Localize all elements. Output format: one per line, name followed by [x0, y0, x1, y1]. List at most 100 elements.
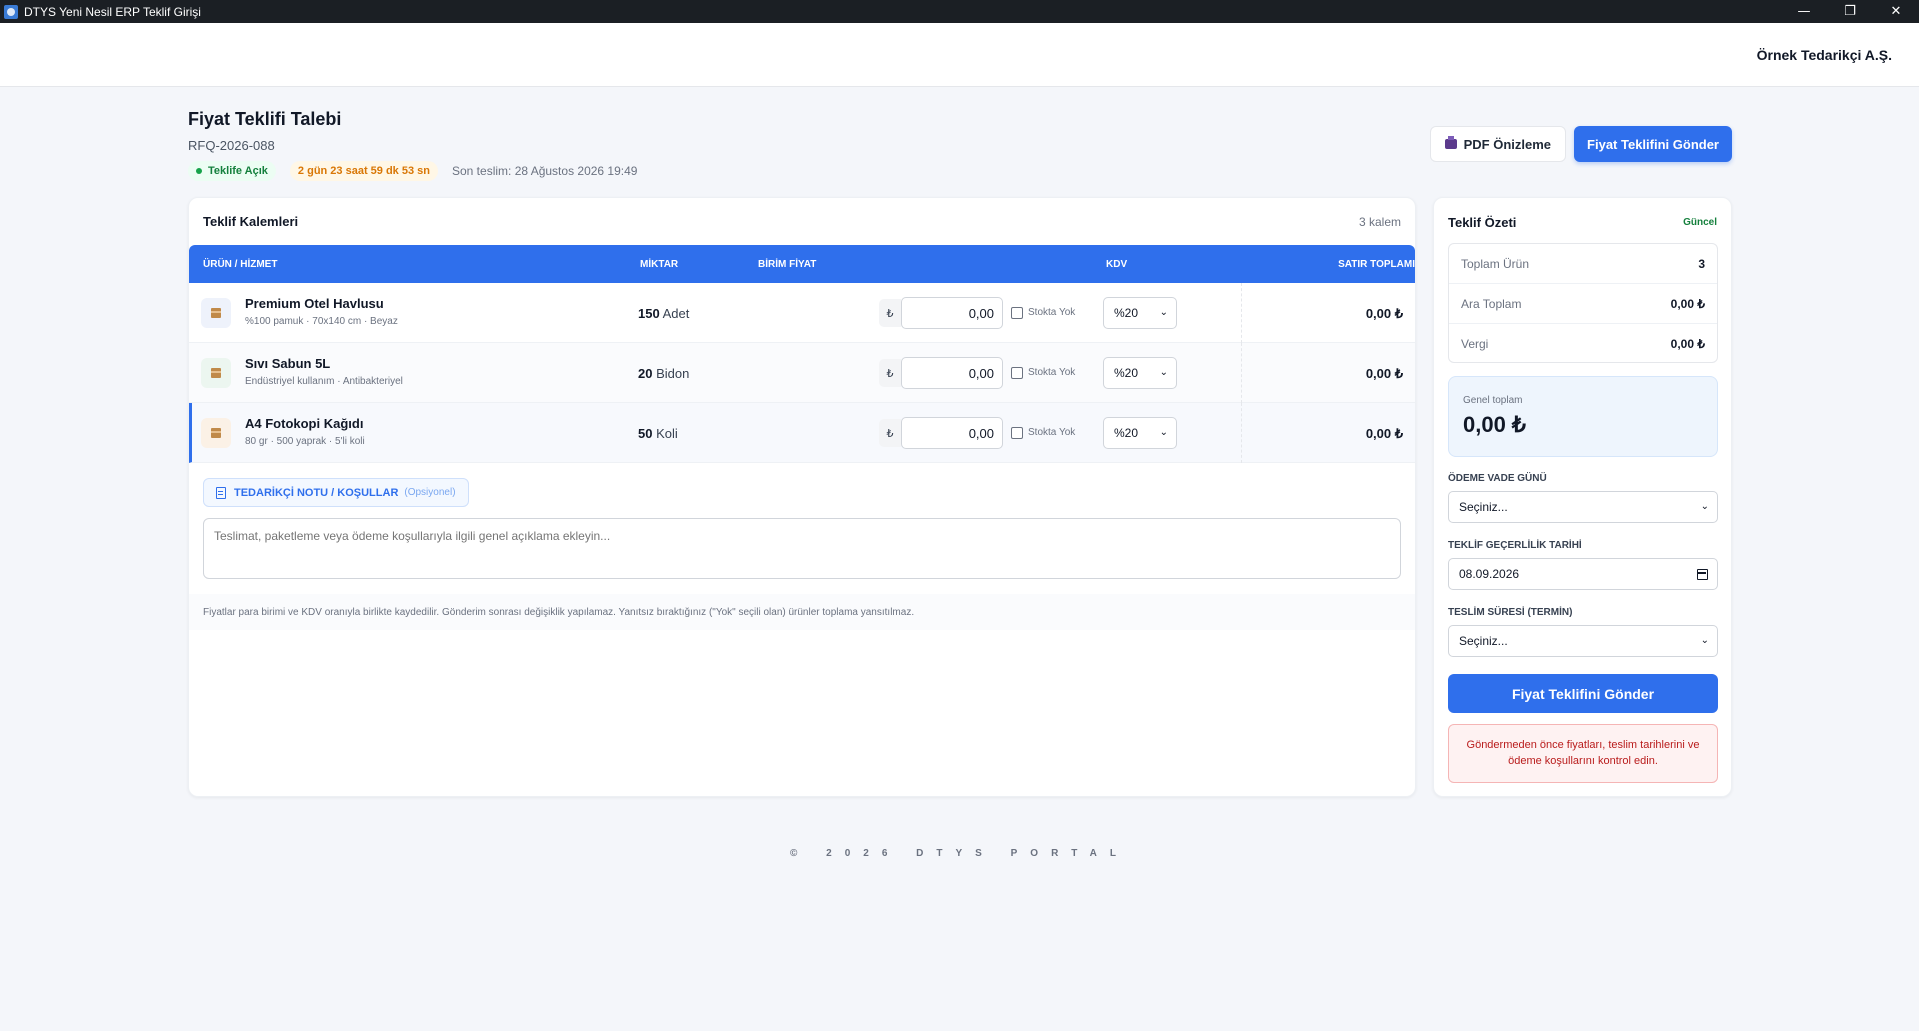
unit-price-input[interactable] [901, 297, 1003, 329]
kdv-value: %20 [1114, 306, 1139, 320]
document-icon [216, 486, 226, 499]
maximize-button[interactable]: ❐ [1827, 0, 1873, 23]
subtotal-value: 0,00 ₺ [1670, 296, 1705, 311]
items-card: Teklif Kalemleri 3 kalem ÜRÜN / HİZMET M… [188, 197, 1416, 797]
col-product: ÜRÜN / HİZMET [203, 259, 278, 270]
status-row: Teklife Açık 2 gün 23 saat 59 dk 53 sn S… [188, 161, 1732, 181]
currency-prefix: ₺ [879, 419, 901, 447]
out-of-stock-label: Stokta Yok [1028, 367, 1076, 378]
validity-date-value: 08.09.2026 [1459, 567, 1520, 581]
package-icon [211, 428, 221, 438]
product-icon-wrap [201, 358, 231, 388]
grand-total-box: Genel toplam 0,00 ₺ [1448, 376, 1718, 457]
delivery-time-select[interactable]: Seçiniz... ⌄ [1448, 625, 1718, 657]
out-of-stock-label: Stokta Yok [1028, 427, 1076, 438]
send-quote-button[interactable]: Fiyat Teklifini Gönder [1448, 674, 1718, 713]
column-divider [1241, 403, 1242, 463]
chevron-down-icon: ⌄ [1159, 367, 1168, 378]
currency-prefix: ₺ [879, 299, 901, 327]
close-button[interactable]: ✕ [1873, 0, 1919, 23]
product-icon-wrap [201, 298, 231, 328]
currency-prefix: ₺ [879, 359, 901, 387]
product-desc: Endüstriyel kullanım · Antibakteriyel [245, 376, 403, 387]
payment-term-select[interactable]: Seçiniz... ⌄ [1448, 491, 1718, 523]
kdv-select[interactable]: %20 ⌄ [1103, 417, 1177, 449]
product-qty: 20 Bidon [638, 366, 689, 381]
total-items-label: Toplam Ürün [1461, 256, 1530, 271]
summary-totals: Toplam Ürün 3 Ara Toplam 0,00 ₺ Vergi 0,… [1448, 243, 1718, 363]
grand-total-label: Genel toplam [1463, 395, 1523, 406]
item-count: 3 kalem [1358, 214, 1401, 229]
qty-unit: Bidon [656, 366, 690, 381]
chevron-down-icon: ⌄ [1159, 307, 1168, 318]
product-desc: %100 pamuk · 70x140 cm · Beyaz [245, 316, 398, 327]
warning-message: Göndermeden önce fiyatları, teslim tarih… [1448, 724, 1718, 783]
supplier-note-textarea[interactable] [203, 518, 1401, 579]
product-desc: 80 gr · 500 yaprak · 5'li koli [245, 436, 365, 447]
delivery-time-value: Seçiniz... [1459, 634, 1508, 648]
send-quote-button-top[interactable]: Fiyat Teklifini Gönder [1574, 126, 1732, 162]
supplier-note-label: TEDARİKÇİ NOTU / KOŞULLAR [234, 486, 399, 499]
app-header: Örnek Tedarikçi A.Ş. [0, 23, 1919, 87]
summary-row-items: Toplam Ürün 3 [1449, 244, 1717, 284]
delivery-time-label: TESLİM SÜRESİ (TERMİN) [1448, 607, 1573, 618]
summary-row-tax: Vergi 0,00 ₺ [1449, 324, 1717, 364]
window-titlebar: DTYS Yeni Nesil ERP Teklif Girişi — ❐ ✕ [0, 0, 1919, 23]
payment-term-label: ÖDEME VADE GÜNÜ [1448, 473, 1547, 484]
product-name: A4 Fotokopi Kağıdı [245, 416, 364, 431]
column-divider [1241, 283, 1242, 343]
supplier-note-optional: (Opsiyonel) [404, 487, 456, 498]
out-of-stock-checkbox[interactable] [1011, 307, 1023, 319]
pdf-preview-button[interactable]: PDF Önizleme [1429, 126, 1567, 162]
table-row: Premium Otel Havlusu %100 pamuk · 70x140… [189, 283, 1415, 343]
items-card-header: Teklif Kalemleri 3 kalem [189, 198, 1415, 245]
line-total: 0,00 ₺ [1365, 366, 1403, 381]
tax-label: Vergi [1461, 337, 1489, 351]
table-row: Sıvı Sabun 5L Endüstriyel kullanım · Ant… [189, 343, 1415, 403]
supplier-note-toggle[interactable]: TEDARİKÇİ NOTU / KOŞULLAR (Opsiyonel) [203, 478, 469, 507]
out-of-stock-checkbox[interactable] [1011, 367, 1023, 379]
product-name: Sıvı Sabun 5L [245, 356, 331, 371]
minimize-button[interactable]: — [1781, 0, 1827, 23]
items-card-title: Teklif Kalemleri [203, 214, 299, 229]
window-title: DTYS Yeni Nesil ERP Teklif Girişi [24, 4, 201, 19]
product-icon-wrap [201, 418, 231, 448]
header-actions: PDF Önizleme Fiyat Teklifini Gönder [1429, 126, 1732, 162]
footer-copyright: © 2026 DTYS PORTAL [790, 848, 1129, 859]
summary-header: Teklif Özeti Güncel [1448, 215, 1717, 230]
chevron-down-icon: ⌄ [1700, 635, 1709, 646]
status-dot-icon [196, 168, 202, 174]
column-divider [1241, 343, 1242, 403]
payment-term-value: Seçiniz... [1459, 500, 1508, 514]
line-total: 0,00 ₺ [1365, 306, 1403, 321]
tax-value: 0,00 ₺ [1670, 337, 1705, 351]
kdv-select[interactable]: %20 ⌄ [1103, 297, 1177, 329]
total-items-value: 3 [1698, 256, 1705, 271]
product-qty: 50 Koli [638, 426, 678, 441]
line-total: 0,00 ₺ [1365, 426, 1403, 441]
out-of-stock-checkbox[interactable] [1011, 427, 1023, 439]
col-qty: MİKTAR [640, 259, 679, 270]
validity-date-input[interactable]: 08.09.2026 [1448, 558, 1718, 590]
chevron-down-icon: ⌄ [1159, 427, 1168, 438]
kdv-value: %20 [1114, 426, 1139, 440]
kdv-select[interactable]: %20 ⌄ [1103, 357, 1177, 389]
items-table-header: ÜRÜN / HİZMET MİKTAR BİRİM FİYAT KDV SAT… [189, 245, 1415, 283]
unit-price-input[interactable] [901, 357, 1003, 389]
qty-value: 50 [638, 426, 653, 441]
countdown-badge: 2 gün 23 saat 59 dk 53 sn [289, 161, 438, 181]
status-label: Teklife Açık [208, 165, 268, 177]
summary-row-subtotal: Ara Toplam 0,00 ₺ [1449, 284, 1717, 324]
col-unit-price: BİRİM FİYAT [758, 259, 817, 270]
unit-price-input[interactable] [901, 417, 1003, 449]
summary-title: Teklif Özeti [1448, 215, 1517, 230]
table-row: A4 Fotokopi Kağıdı 80 gr · 500 yaprak · … [189, 403, 1415, 463]
calendar-icon[interactable] [1697, 569, 1708, 580]
package-icon [211, 368, 221, 378]
printer-icon [1444, 136, 1457, 149]
col-line-total: SATIR TOPLAMI [1338, 259, 1415, 270]
kdv-value: %20 [1114, 366, 1139, 380]
product-name: Premium Otel Havlusu [245, 296, 384, 311]
page-header: Fiyat Teklifi Talebi RFQ-2026-088 Teklif… [188, 109, 1732, 184]
window-controls: — ❐ ✕ [1781, 0, 1919, 23]
